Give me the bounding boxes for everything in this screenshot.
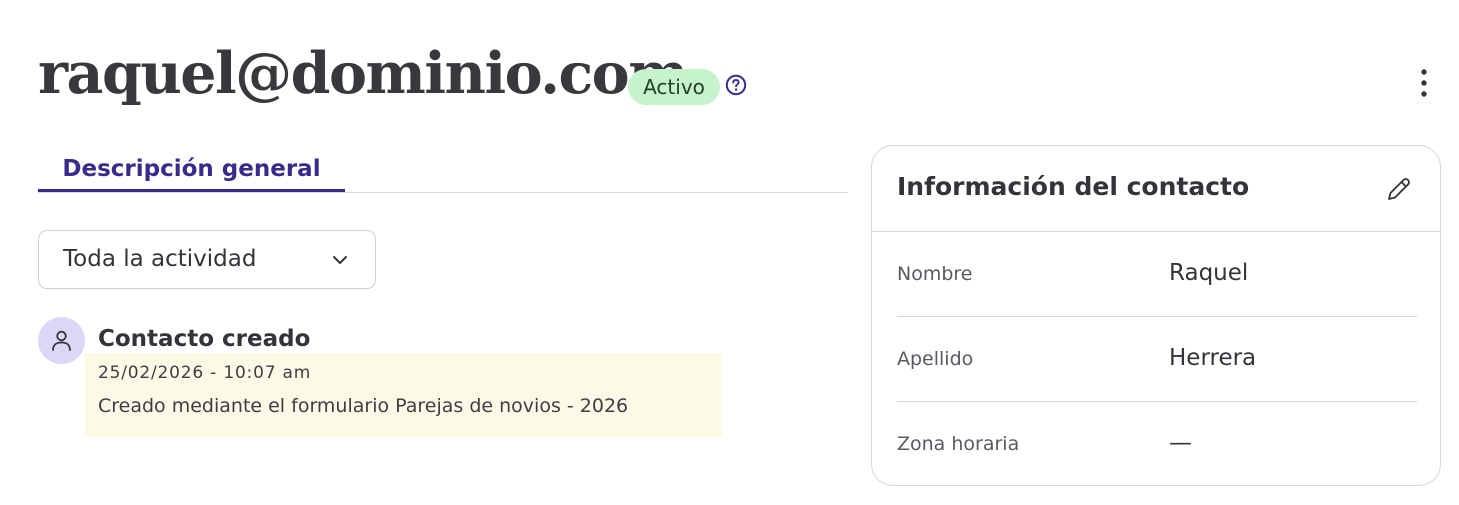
contact-info-card: Información del contacto Nombre Raquel A… xyxy=(871,145,1441,486)
timeline-event-date: 25/02/2026 - 10:07 am xyxy=(98,363,312,383)
more-options-button[interactable] xyxy=(1409,66,1439,102)
field-label-zona-horaria: Zona horaria xyxy=(897,433,1020,455)
field-value-nombre: Raquel xyxy=(1169,260,1249,286)
activity-filter-label: Toda la actividad xyxy=(63,246,257,272)
field-row-apellido: Apellido Herrera xyxy=(897,317,1417,402)
timeline-event-details: 25/02/2026 - 10:07 am Creado mediante el… xyxy=(85,353,722,437)
card-title: Información del contacto xyxy=(897,172,1250,201)
field-label-nombre: Nombre xyxy=(897,263,973,285)
edit-contact-button[interactable] xyxy=(1384,174,1414,204)
more-vertical-icon xyxy=(1421,69,1427,97)
timeline-avatar xyxy=(38,317,85,364)
timeline-event-title: Contacto creado xyxy=(98,326,311,352)
field-value-apellido: Herrera xyxy=(1169,345,1257,371)
timeline-event-description: Creado mediante el formulario Parejas de… xyxy=(98,395,629,417)
status-badge: Activo xyxy=(628,69,720,105)
chevron-down-icon xyxy=(329,249,351,271)
page-title: raquel@dominio.com xyxy=(38,40,689,107)
person-icon xyxy=(52,330,71,351)
pencil-icon xyxy=(1388,178,1410,200)
field-row-zona-horaria: Zona horaria — xyxy=(897,402,1417,486)
field-row-nombre: Nombre Raquel xyxy=(897,232,1417,317)
help-circle-icon[interactable] xyxy=(725,74,747,96)
tab-descripcion-general[interactable]: Descripción general xyxy=(38,150,345,193)
activity-filter-select[interactable]: Toda la actividad xyxy=(38,230,376,289)
tabs-divider xyxy=(38,192,848,193)
field-value-zona-horaria: — xyxy=(1169,430,1192,456)
field-label-apellido: Apellido xyxy=(897,348,974,370)
